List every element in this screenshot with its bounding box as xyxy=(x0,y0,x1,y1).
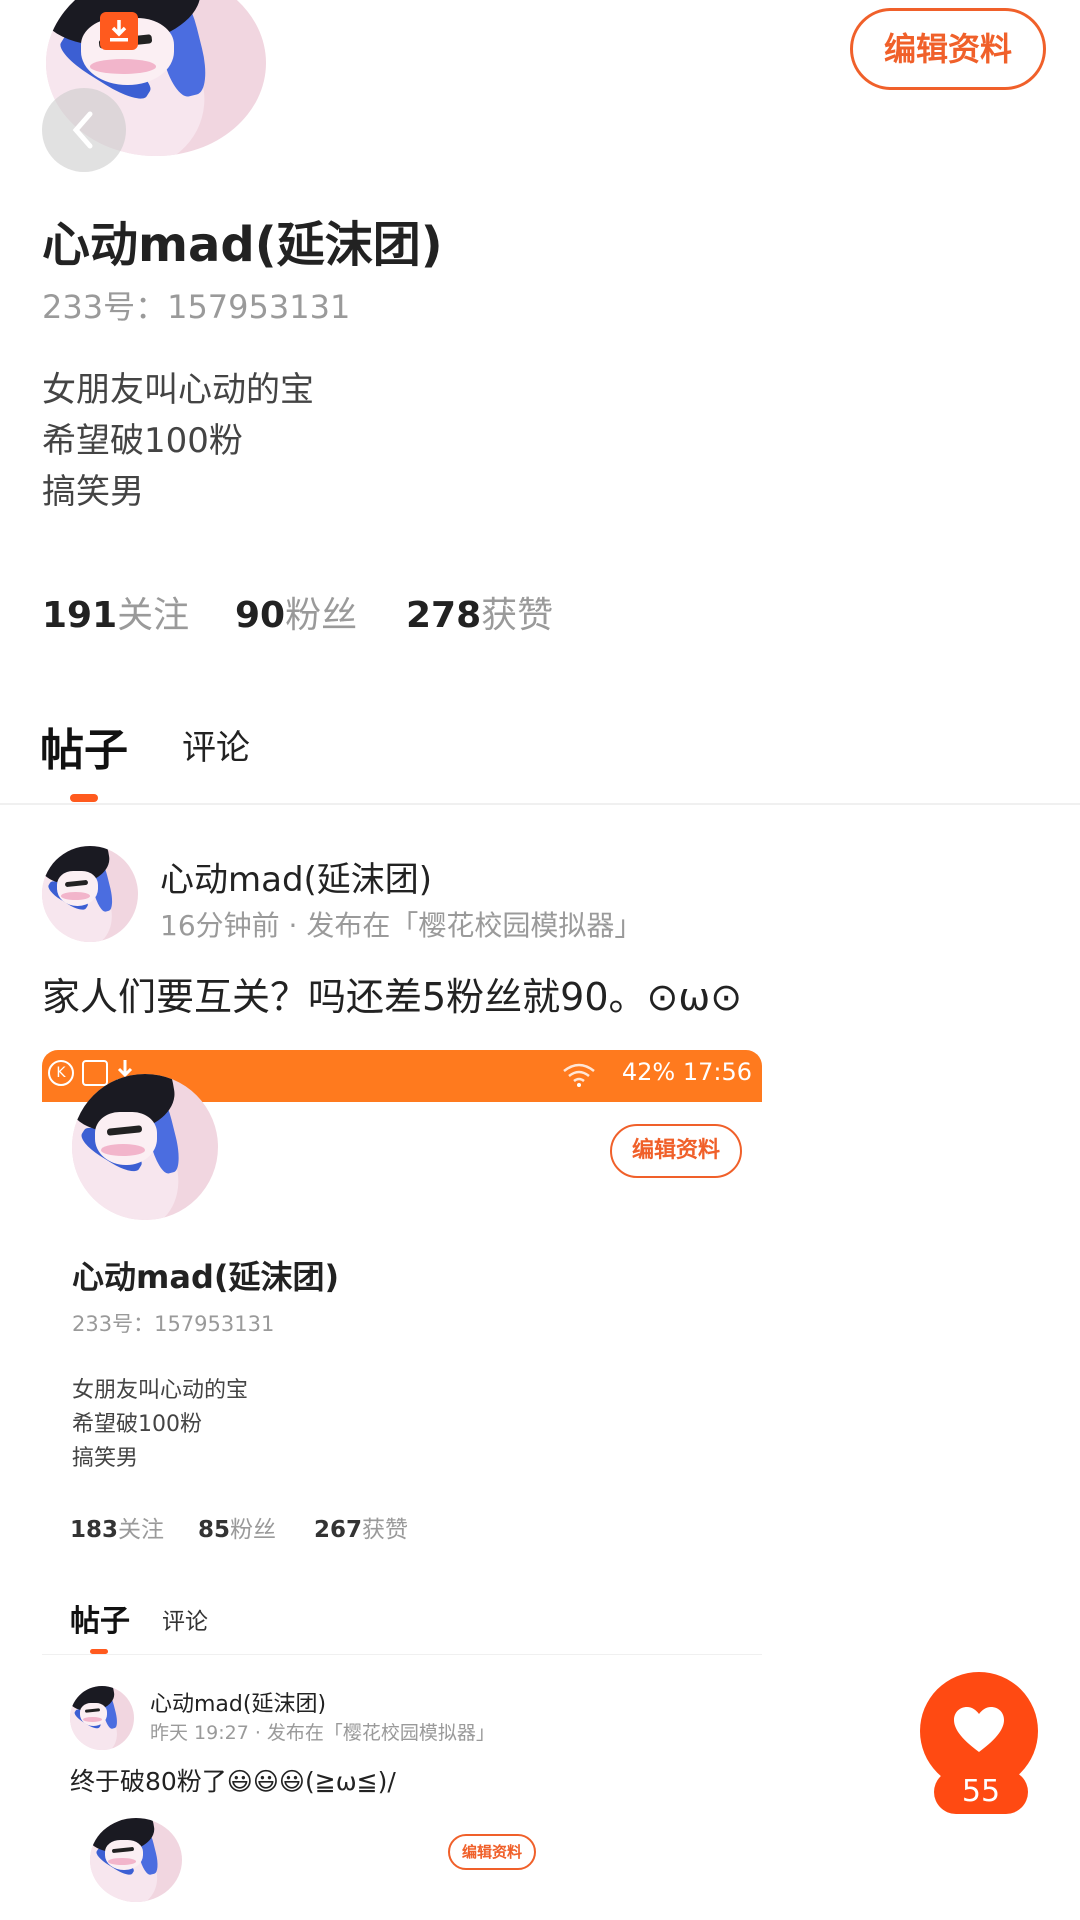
embedded-nested-avatar xyxy=(90,1818,182,1902)
wifi-icon xyxy=(562,1062,596,1092)
stat-fans[interactable]: 90粉丝 xyxy=(235,586,357,638)
edit-profile-button[interactable]: 编辑资料 xyxy=(850,8,1046,90)
post-author-name[interactable]: 心动mad(延沫团) xyxy=(160,852,432,901)
embedded-profile-id: 233号：157953131 xyxy=(72,1312,275,1336)
bio-line: 搞笑男 xyxy=(42,472,144,512)
embedded-tab-comments: 评论 xyxy=(162,1609,208,1635)
embedded-stat-following: 183关注 xyxy=(70,1517,165,1543)
embedded-nested-edit-button: 编辑资料 xyxy=(448,1834,536,1870)
post-meta: 16分钟前 · 发布在「樱花校园模拟器」 xyxy=(160,909,643,942)
post-text: 家人们要互关？吗还差5粉丝就90。⊙ω⊙ xyxy=(42,975,743,1019)
profile-id: 233号：157953131 xyxy=(42,288,351,326)
stat-number: 191 xyxy=(42,595,118,636)
k-icon: K xyxy=(48,1060,74,1086)
post-author-avatar[interactable] xyxy=(42,846,138,942)
profile-name: 心动mad(延沫团) xyxy=(42,217,443,273)
tab-indicator xyxy=(70,794,98,802)
stat-label: 关注 xyxy=(117,595,190,636)
stat-number: 90 xyxy=(235,595,286,636)
like-count: 55 xyxy=(934,1770,1028,1814)
download-icon xyxy=(100,12,138,50)
embedded-post-meta: 昨天 19:27 · 发布在「樱花校园模拟器」 xyxy=(150,1722,495,1744)
embedded-bio-line: 搞笑男 xyxy=(72,1446,139,1471)
stat-following[interactable]: 191关注 xyxy=(42,586,189,638)
bio-line: 希望破100粉 xyxy=(42,421,243,461)
embedded-post-author: 心动mad(延沫团) xyxy=(150,1692,327,1717)
stat-likes[interactable]: 278获赞 xyxy=(406,586,553,638)
embedded-stat-likes: 267获赞 xyxy=(314,1517,409,1543)
stat-label: 粉丝 xyxy=(285,595,358,636)
embedded-post-avatar xyxy=(70,1686,134,1750)
stat-number: 278 xyxy=(406,595,482,636)
embedded-edit-profile-button: 编辑资料 xyxy=(610,1124,742,1178)
embedded-tab-posts: 帖子 xyxy=(70,1604,130,1639)
tab-posts[interactable]: 帖子 xyxy=(40,714,128,778)
post-image[interactable]: K 42% 17:56 编辑资料 心动mad(延沫团) 233号：1579531… xyxy=(42,1050,762,1920)
embedded-avatar xyxy=(72,1074,218,1220)
heart-icon xyxy=(954,1707,1004,1752)
bio-line: 女朋友叫心动的宝 xyxy=(42,370,314,410)
embedded-profile-name: 心动mad(延沫团) xyxy=(72,1258,340,1296)
back-arrow-icon xyxy=(72,111,93,149)
back-button[interactable] xyxy=(42,88,126,172)
embedded-stat-fans: 85粉丝 xyxy=(198,1517,277,1543)
embedded-bio-line: 希望破100粉 xyxy=(72,1412,202,1437)
embedded-bio-line: 女朋友叫心动的宝 xyxy=(72,1378,249,1403)
embedded-post-text: 终于破80粉了😃😃😃(≧ω≦)/ xyxy=(70,1767,396,1796)
embedded-divider xyxy=(42,1654,762,1655)
stat-label: 获赞 xyxy=(481,595,554,636)
divider xyxy=(0,803,1080,805)
status-right: 42% 17:56 xyxy=(621,1058,752,1086)
tab-comments[interactable]: 评论 xyxy=(182,720,250,769)
